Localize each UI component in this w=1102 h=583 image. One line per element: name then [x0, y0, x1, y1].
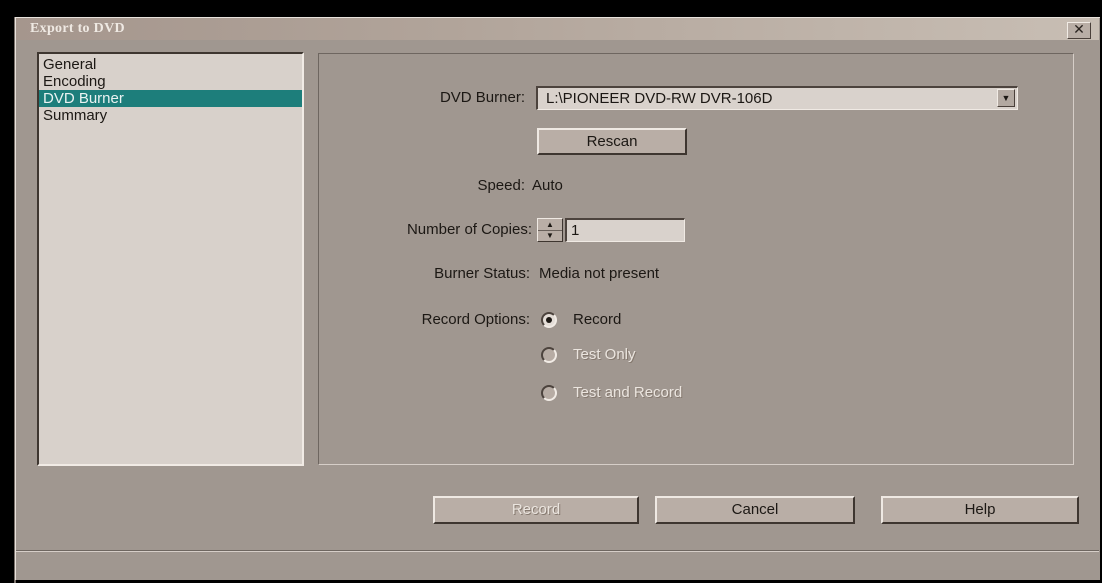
speed-label: Speed: [477, 177, 525, 194]
radio-test-and-record[interactable] [541, 385, 557, 401]
settings-panel [318, 53, 1074, 465]
nav-item-summary[interactable]: Summary [39, 107, 302, 124]
copies-label: Number of Copies: [406, 221, 532, 238]
speed-value: Auto [532, 177, 563, 194]
help-button[interactable]: Help [881, 496, 1079, 524]
close-icon[interactable]: ✕ [1067, 22, 1091, 39]
arrow-up-icon[interactable]: ▲ [538, 219, 562, 231]
burner-status-value: Media not present [539, 265, 660, 282]
copies-stepper[interactable]: ▲ ▼ [537, 218, 563, 242]
copies-input[interactable] [565, 218, 685, 242]
dvd-burner-value: L:\PIONEER DVD-RW DVR-106D [546, 90, 773, 107]
rescan-button[interactable]: Rescan [537, 128, 687, 155]
nav-item-general[interactable]: General [39, 56, 302, 73]
record-button[interactable]: Record [433, 496, 639, 524]
radio-test-only[interactable] [541, 347, 557, 363]
arrow-down-icon[interactable]: ▼ [538, 231, 562, 241]
radio-test-only-label[interactable]: Test Only [573, 346, 636, 363]
radio-record-label[interactable]: Record [573, 311, 621, 328]
dvd-burner-select[interactable]: L:\PIONEER DVD-RW DVR-106D ▼ [536, 86, 1018, 110]
chevron-down-icon[interactable]: ▼ [997, 89, 1015, 107]
title-bar[interactable]: Export to DVD ✕ [16, 18, 1099, 40]
nav-item-dvd-burner[interactable]: DVD Burner [39, 90, 302, 107]
record-options-label: Record Options: [421, 311, 530, 328]
nav-item-encoding[interactable]: Encoding [39, 73, 302, 90]
window-title: Export to DVD [30, 21, 125, 36]
cancel-button[interactable]: Cancel [655, 496, 855, 524]
dvd-burner-label: DVD Burner: [439, 89, 525, 106]
radio-record[interactable] [541, 312, 557, 328]
burner-status-label: Burner Status: [434, 265, 530, 282]
category-list[interactable]: General Encoding DVD Burner Summary [37, 52, 304, 466]
radio-test-and-record-label[interactable]: Test and Record [573, 384, 682, 401]
footer-separator [16, 550, 1099, 552]
